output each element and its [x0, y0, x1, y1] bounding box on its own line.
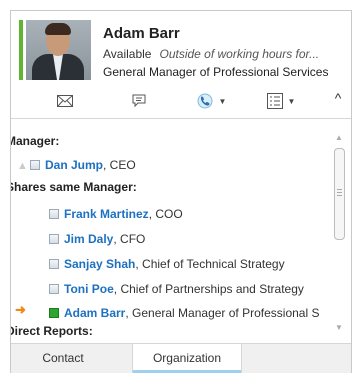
call-icon: [197, 93, 213, 109]
presence-icon: [30, 160, 40, 170]
person-name[interactable]: Jim Daly: [64, 232, 113, 246]
person-name[interactable]: Dan Jump: [45, 158, 103, 172]
presence-icon: [49, 308, 59, 318]
call-button[interactable]: ▼: [193, 92, 229, 110]
person-role: , COO: [148, 207, 183, 221]
scroll-thumb[interactable]: [334, 148, 345, 240]
toolbar-divider: [11, 118, 351, 119]
presence-icon: [49, 209, 59, 219]
presence-icon: [49, 259, 59, 269]
presence-icon: [49, 234, 59, 244]
peers-heading: Shares same Manager:: [11, 180, 137, 194]
list-item[interactable]: Toni Poe, Chief of Partnerships and Stra…: [49, 280, 304, 298]
scroll-up-icon[interactable]: ▲: [333, 132, 345, 144]
tab-bar: Contact Organization: [11, 343, 351, 373]
current-person-arrow-icon: ➜: [15, 302, 26, 317]
person-name[interactable]: Frank Martinez: [64, 207, 149, 221]
manager-row[interactable]: Dan Jump, CEO: [30, 156, 136, 174]
scroll-track[interactable]: [334, 148, 345, 318]
tab-contact[interactable]: Contact: [23, 344, 103, 373]
contact-card-button[interactable]: ▼: [262, 92, 300, 110]
list-item[interactable]: Sanjay Shah, Chief of Technical Strategy: [49, 255, 285, 273]
person-role: , Chief of Technical Strategy: [135, 257, 285, 271]
instant-message-icon: [132, 94, 146, 108]
availability-label: Available: [103, 47, 152, 61]
avatar[interactable]: [26, 20, 91, 80]
contact-card-icon: [266, 93, 283, 109]
email-icon: [57, 95, 73, 107]
org-chart-list: Manager: ▲ Dan Jump, CEO Shares same Man…: [11, 122, 329, 340]
list-item[interactable]: Frank Martinez, COO: [49, 205, 183, 223]
person-role: , Chief of Partnerships and Strategy: [113, 282, 304, 296]
status-note: Outside of working hours for...: [159, 47, 320, 61]
list-item[interactable]: Jim Daly, CFO: [49, 230, 145, 248]
collapse-button[interactable]: ^: [331, 90, 345, 110]
call-dropdown-icon: ▼: [218, 96, 227, 106]
presence-indicator: [19, 20, 23, 80]
instant-message-button[interactable]: [129, 92, 149, 110]
vertical-scrollbar[interactable]: ▲ ▼: [330, 122, 348, 340]
up-arrow-icon: ▲: [17, 160, 28, 172]
person-role: , CEO: [103, 158, 136, 172]
job-title: General Manager of Professional Services: [103, 65, 329, 79]
tab-organization[interactable]: Organization: [132, 344, 242, 373]
person-name[interactable]: Toni Poe: [64, 282, 114, 296]
scroll-down-icon[interactable]: ▼: [333, 322, 345, 334]
person-role: , CFO: [113, 232, 146, 246]
current-person-row[interactable]: Adam Barr, General Manager of Profession…: [49, 304, 319, 322]
availability-status: Available Outside of working hours for...: [103, 47, 319, 61]
card-dropdown-icon: ▼: [287, 96, 296, 106]
person-name[interactable]: Sanjay Shah: [64, 257, 135, 271]
direct-reports-heading: Direct Reports:: [11, 324, 93, 338]
email-button[interactable]: [54, 92, 76, 110]
presence-icon: [49, 284, 59, 294]
person-name[interactable]: Adam Barr: [64, 306, 125, 320]
manager-heading: Manager:: [11, 134, 60, 148]
person-role: , General Manager of Professional S: [125, 306, 320, 320]
contact-name: Adam Barr: [103, 25, 180, 42]
